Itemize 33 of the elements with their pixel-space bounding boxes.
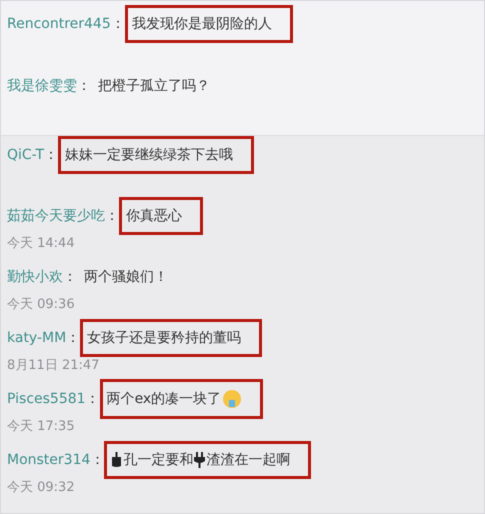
colon: ： [77, 77, 91, 95]
comment-text: 两个ex的凑一块了 [106, 390, 222, 408]
username[interactable]: QiC-T [7, 147, 44, 163]
colon: ： [44, 146, 58, 164]
comment-time: 8月11日 21:47 [7, 357, 100, 374]
comment-text: 孔一定要和 [123, 451, 194, 469]
comment-time: 今天 14:44 [7, 235, 75, 252]
username[interactable]: katy-MM [7, 330, 66, 346]
username[interactable]: Monster314 [7, 452, 90, 468]
comment-text: 女孩子还是要矜持的董吗 [87, 329, 242, 347]
emoji-icon [222, 389, 242, 409]
comment-time: 今天 17:35 [7, 418, 75, 435]
colon: ： [66, 329, 80, 347]
comment-time: 今天 09:32 [7, 479, 75, 496]
plug-icon [194, 452, 206, 468]
colon: ： [63, 268, 77, 286]
comment-text: 两个骚娘们！ [84, 268, 168, 286]
comment-text: 你真恶心 [126, 207, 182, 225]
username[interactable]: Rencontrer445 [7, 16, 111, 32]
colon: ： [90, 451, 104, 469]
socket-icon [111, 452, 122, 468]
username[interactable]: 我是徐雯雯 [7, 77, 77, 95]
colon: ： [110, 15, 125, 33]
comment-text: 我发现你是最阴险的人 [132, 15, 272, 33]
username[interactable]: 勤快小欢 [7, 268, 63, 286]
comment-time: 今天 09:36 [7, 296, 75, 313]
colon: ： [86, 390, 100, 408]
colon: ： [105, 207, 119, 225]
comment-text: 妹妹一定要继续绿茶下去哦 [65, 146, 234, 164]
username[interactable]: Pisces5581 [7, 391, 86, 407]
username[interactable]: 茹茹今天要少吃 [7, 207, 105, 225]
comment-text: 渣渣在一起啊 [206, 451, 290, 469]
comment-text: 把橙子孤立了吗？ [98, 77, 210, 95]
